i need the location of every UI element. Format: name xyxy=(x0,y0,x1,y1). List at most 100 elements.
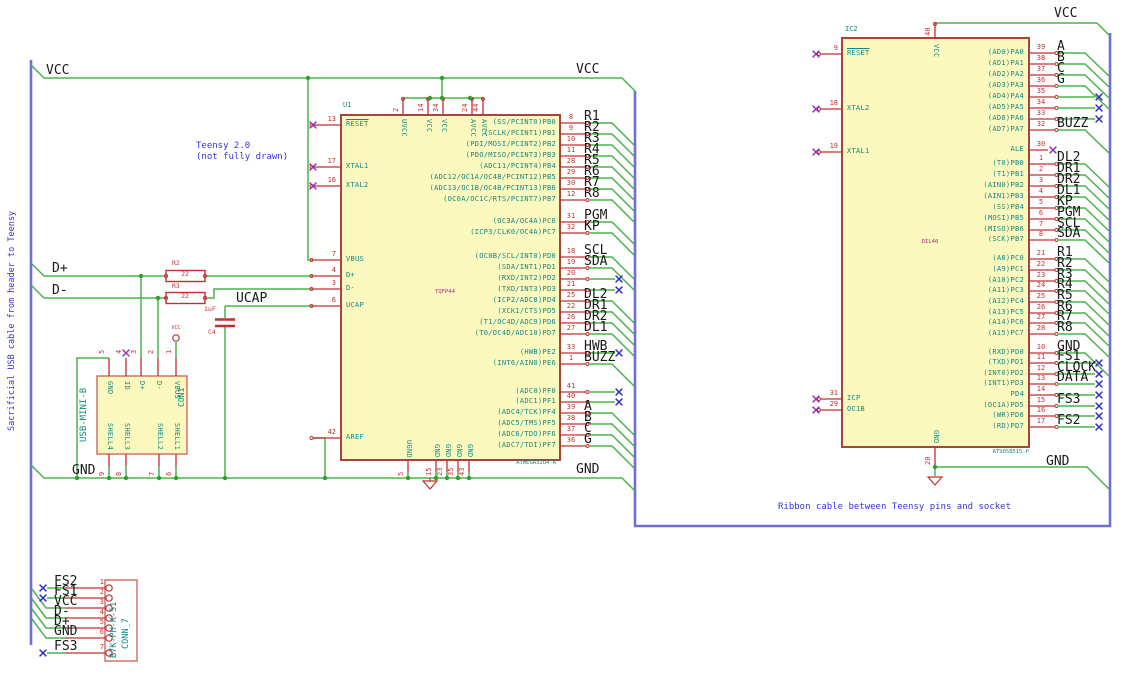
net-label: BUZZ xyxy=(584,350,616,365)
conn7-pin-number: 1 xyxy=(99,578,104,586)
ic2-pin-name: (A9)PC1 xyxy=(992,265,1024,273)
ic2-pin-name: ALE xyxy=(1010,145,1024,153)
con1-pin-number: 9 xyxy=(98,471,106,476)
net-label-gnd-mid: GND xyxy=(576,462,600,477)
ic2-pin-number: 35 xyxy=(1036,87,1046,95)
teensy-note-line1: Teensy 2.0 xyxy=(196,141,251,151)
ic2-pin-number: 17 xyxy=(1036,417,1046,425)
u1-pin-number: 8 xyxy=(568,113,574,121)
ic2-pin-number: 27 xyxy=(1036,313,1046,321)
con1-pin-name: SHELL1 xyxy=(173,423,181,451)
ic2-pin-number: 13 xyxy=(1036,374,1046,382)
u1-pin-number: 41 xyxy=(566,382,576,390)
ic2-pin-name: (A14)PC6 xyxy=(987,318,1024,326)
u1-pin-number: 2 xyxy=(392,107,400,112)
con1-pin-name: SHELL2 xyxy=(156,423,164,451)
ic2-pin-name: (AD1)PA1 xyxy=(987,59,1024,67)
schematic-labels: VCC VCC VCC GND GND GND D+ D- UCAP U1 AT… xyxy=(0,0,1131,690)
u1-pin-number: 1 xyxy=(568,354,574,362)
u1-pin-number: 28 xyxy=(566,157,576,165)
ic2-pin-number: 31 xyxy=(829,389,838,397)
ic2-pin-name: (RD)PD7 xyxy=(992,422,1024,430)
u1-pin-number: 6 xyxy=(331,296,336,304)
u1-value: ATMEGA32U4-A xyxy=(516,460,556,466)
net-label-ucap: UCAP xyxy=(236,291,268,306)
ic2-pin-name: (AD4)PA4 xyxy=(987,92,1024,100)
ic2-pin-number: 1 xyxy=(1038,154,1044,162)
u1-pin-number: 4 xyxy=(331,266,336,274)
ic2-pin-name: (SS)PB4 xyxy=(992,203,1024,211)
u1-pin-number: 36 xyxy=(566,436,576,444)
ic2-pin-number: 8 xyxy=(1038,230,1044,238)
u1-pin-name: (SDA/INT1)PD1 xyxy=(497,263,556,271)
con1-pin-number: 3 xyxy=(130,349,138,354)
ic2-pin-number: 5 xyxy=(1038,198,1044,206)
u1-pin-name: GND xyxy=(433,444,441,458)
u1-pin-number: 32 xyxy=(566,223,576,231)
u1-pin-name: (T0/OC4D/ADC10)PD7 xyxy=(474,329,556,337)
ic2-pin-name: (AD7)PA7 xyxy=(987,125,1024,133)
ic2-pin-name: GND xyxy=(932,430,940,444)
ic2-pin-number: 9 xyxy=(833,44,838,52)
u1-pin-number: 33 xyxy=(566,343,576,351)
ic2-pin-name: (MOSI)PB5 xyxy=(983,214,1024,222)
u1-pin-number: 44 xyxy=(472,103,480,112)
conn7-pin-number: 7 xyxy=(99,643,104,651)
con1-pin-name: SHELL4 xyxy=(106,423,114,451)
ic2-pin-number: 29 xyxy=(829,400,838,408)
ic2-pin-name: (AD5)PA5 xyxy=(987,103,1024,111)
net-label: BUZZ xyxy=(1057,116,1089,131)
ic2-pin-name: (OC1A)PD5 xyxy=(983,401,1024,409)
u1-pin-name: AVCC xyxy=(480,119,488,138)
ribbon-note: Ribbon cable between Teensy pins and soc… xyxy=(778,502,1011,512)
teensy-note-line2: (not fully drawn) xyxy=(196,152,289,162)
ic2-pin-number: 33 xyxy=(1036,109,1046,117)
ic2-pin-name: (TXD)PD1 xyxy=(987,358,1024,366)
u1-pin-number: 42 xyxy=(327,428,336,436)
net-label-dplus: D+ xyxy=(52,261,68,276)
conn7-pin-number: 5 xyxy=(99,618,104,626)
u1-pin-name: GND xyxy=(444,444,452,458)
u1-pin-number: 18 xyxy=(566,247,576,255)
u1-pin-number: 23 xyxy=(436,467,444,476)
u1-pin-name: (ADC4/TCK)PF4 xyxy=(497,408,556,416)
ic2-pin-number: 32 xyxy=(1036,120,1046,128)
ic2-pin-name: (SCK)PB7 xyxy=(987,235,1024,243)
u1-pin-number: 20 xyxy=(566,269,576,277)
ic2-pin-number: 36 xyxy=(1036,76,1046,84)
con1-pin-name: VBUS xyxy=(173,381,181,400)
con1-pin-name: SHELL3 xyxy=(123,423,131,451)
ic2-pin-name: (MISO)PB6 xyxy=(983,225,1024,233)
schematic-page: VCC VCC VCC GND GND GND D+ D- UCAP U1 AT… xyxy=(0,0,1131,690)
ic2-pin-name: (AD6)PA6 xyxy=(987,114,1024,122)
ic2-pin-name: (INT0)PD2 xyxy=(983,369,1024,377)
u1-pin-number: 38 xyxy=(566,414,576,422)
u1-pin-name: (ADC6/TDO)PF6 xyxy=(497,430,556,438)
u1-pin-number: 5 xyxy=(397,471,405,476)
ic2-pin-number: 3 xyxy=(1038,176,1044,184)
u1-pin-number: 13 xyxy=(327,115,336,123)
u1-pin-number: 39 xyxy=(566,403,576,411)
u1-pin-name: (OC3A/OC4A)PC6 xyxy=(492,217,556,225)
ic2-pin-name: (AIN0)PB2 xyxy=(983,181,1024,189)
u1-pin-name: (ADC0)PF0 xyxy=(515,387,556,395)
ic2-pin-name: (A15)PC7 xyxy=(987,329,1024,337)
ic2-pin-name: PD4 xyxy=(1010,390,1024,398)
u1-pin-number: 35 xyxy=(447,467,455,476)
ic2-pin-number: 23 xyxy=(1036,271,1046,279)
u1-pin-name: (ICP3/CLK0/OC4A)PC7 xyxy=(470,228,556,236)
ic2-pin-name: (A11)PC3 xyxy=(987,286,1024,294)
u1-ref: U1 xyxy=(343,101,352,109)
ic2-pin-number: 30 xyxy=(1036,140,1046,148)
ic2-pin-name: (INT1)PD3 xyxy=(983,379,1024,387)
ic2-pin-number: 16 xyxy=(1036,406,1046,414)
conn7-pin-label: FS3 xyxy=(54,639,78,654)
net-label: SDA xyxy=(1057,226,1081,241)
u1-pin-name: (ADC12/OC1A/OC4B/PCINT12)PB5 xyxy=(429,173,556,181)
ic2-pin-number: 4 xyxy=(1038,187,1044,195)
r3-ref: R3 xyxy=(172,282,180,290)
u1-pin-name: (OC0A/OC1C/RTS/PCINT7)PB7 xyxy=(443,195,556,203)
net-label: FS3 xyxy=(1057,392,1081,407)
net-label: FS2 xyxy=(1057,413,1081,428)
ic2-pin-number: 25 xyxy=(1036,292,1046,300)
